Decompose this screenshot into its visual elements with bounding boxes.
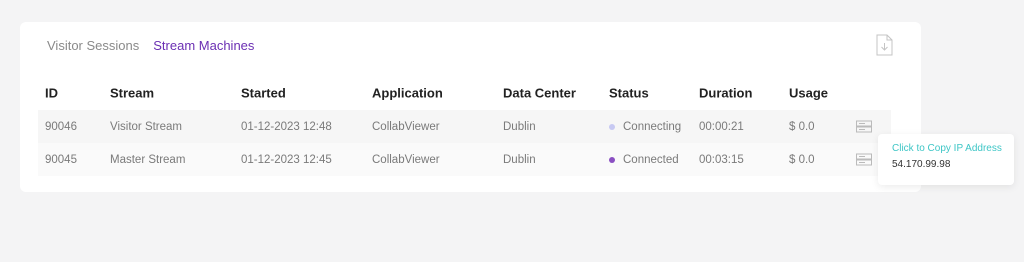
table-row[interactable]: 90046 Visitor Stream 01-12-2023 12:48 Co… xyxy=(38,110,891,143)
server-icon[interactable] xyxy=(856,153,872,166)
header-started: Started xyxy=(241,85,286,101)
header-usage: Usage xyxy=(789,85,829,101)
ip-address: 54.170.99.98 xyxy=(892,159,951,170)
copy-ip-tooltip: Click to Copy IP Address 54.170.99.98 xyxy=(878,134,1014,185)
cell-usage: $ 0.0 xyxy=(789,120,815,133)
cell-usage: $ 0.0 xyxy=(789,153,815,166)
table-header: ID Stream Started Application Data Cente… xyxy=(38,76,891,110)
cell-stream: Visitor Stream xyxy=(110,120,183,133)
status-label: Connecting xyxy=(623,120,682,133)
table-row[interactable]: 90045 Master Stream 01-12-2023 12:45 Col… xyxy=(38,143,891,176)
header-application: Application xyxy=(372,85,443,101)
cell-id: 90046 xyxy=(45,120,77,133)
cell-application: CollabViewer xyxy=(372,120,440,133)
status-dot-connecting xyxy=(609,123,615,130)
cell-data-center: Dublin xyxy=(503,153,536,166)
tab-bar: Visitor Sessions Stream Machines xyxy=(47,38,254,53)
cell-id: 90045 xyxy=(45,153,77,166)
cell-started: 01-12-2023 12:45 xyxy=(241,153,332,166)
stream-machines-card: Visitor Sessions Stream Machines ID Stre… xyxy=(20,22,921,192)
status-label: Connected xyxy=(623,153,679,166)
tab-stream-machines[interactable]: Stream Machines xyxy=(153,38,254,53)
cell-application: CollabViewer xyxy=(372,153,440,166)
cell-started: 01-12-2023 12:48 xyxy=(241,120,332,133)
header-id: ID xyxy=(45,85,58,101)
header-data-center: Data Center xyxy=(503,85,576,101)
status-dot-connected xyxy=(609,156,615,163)
cell-data-center: Dublin xyxy=(503,120,536,133)
tab-visitor-sessions[interactable]: Visitor Sessions xyxy=(47,38,139,53)
cell-stream: Master Stream xyxy=(110,153,186,166)
cell-status: Connecting xyxy=(609,121,681,133)
header-duration: Duration xyxy=(699,85,753,101)
header-stream: Stream xyxy=(110,85,155,101)
cell-duration: 00:00:21 xyxy=(699,120,744,133)
cell-duration: 00:03:15 xyxy=(699,153,744,166)
cell-status: Connected xyxy=(609,154,679,166)
server-icon[interactable] xyxy=(856,120,872,133)
download-icon[interactable] xyxy=(875,34,893,56)
machines-table: ID Stream Started Application Data Cente… xyxy=(38,76,891,176)
copy-ip-link[interactable]: Click to Copy IP Address xyxy=(892,143,1014,154)
header-status: Status xyxy=(609,85,649,101)
